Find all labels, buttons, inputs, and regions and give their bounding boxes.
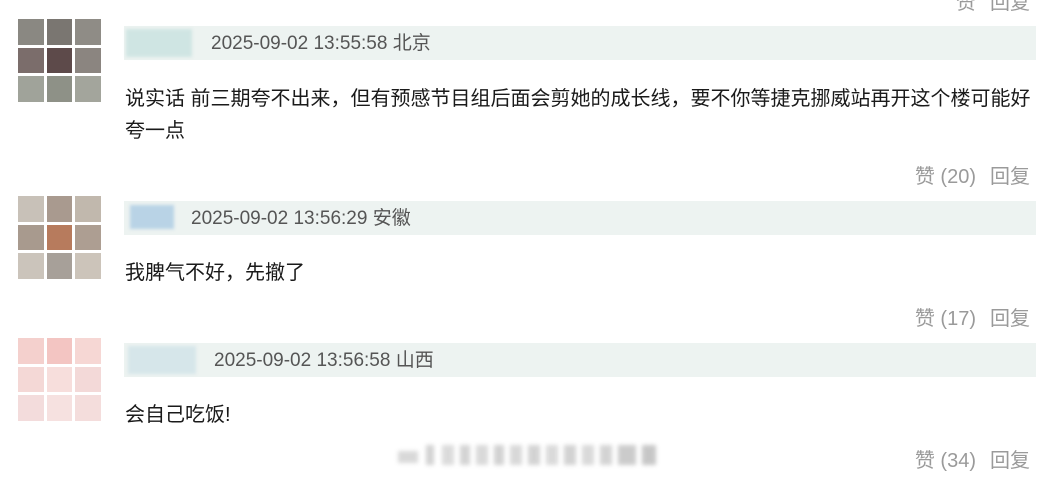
reply-button[interactable]: 回复: [990, 450, 1030, 472]
avatar-tile: [18, 253, 44, 279]
comment-meta-bar: 2025-09-02 13:55:58 北京: [124, 26, 1036, 60]
location: 北京: [392, 33, 431, 54]
avatar-tile: [18, 196, 44, 222]
avatar-tile: [75, 76, 101, 102]
comment-text: 我脾气不好，先撤了: [125, 262, 305, 284]
location: 山西: [395, 350, 434, 371]
like-button[interactable]: 赞 (17): [915, 308, 976, 330]
avatar-tile: [75, 224, 101, 251]
comment-text: 说实话 前三期夸不出来，但有预感节目组后面会剪她的成长线，要不你等捷克挪威站再开…: [125, 88, 1031, 142]
comment-meta: 2025-09-02 13:55:58 北京: [211, 30, 431, 58]
comment-actions: 赞 (17) 回复: [915, 302, 1030, 331]
avatar-tile: [46, 76, 73, 102]
avatar-tile: [75, 19, 101, 45]
like-button[interactable]: 赞 (20): [915, 166, 976, 188]
avatar-tile: [46, 366, 73, 393]
avatar-tile: [46, 253, 73, 279]
avatar[interactable]: [18, 196, 101, 279]
like-button[interactable]: 赞: [956, 0, 976, 14]
avatar-tile: [75, 253, 101, 279]
comment-meta-bar: 2025-09-02 13:56:29 安徽: [124, 201, 1036, 235]
avatar-tile: [18, 338, 44, 364]
avatar-tile: [18, 47, 44, 74]
avatar-tile: [75, 196, 101, 222]
avatar-tile: [75, 338, 101, 364]
timestamp: 2025-09-02 13:55:58: [211, 33, 388, 54]
like-button[interactable]: 赞 (34): [915, 450, 976, 472]
comment-text: 会自己吃饭!: [125, 404, 231, 426]
watermark-icon: [398, 445, 656, 465]
avatar-tile: [75, 47, 101, 74]
avatar-tile: [75, 366, 101, 393]
timestamp: 2025-09-02 13:56:29: [191, 208, 368, 229]
previous-comment-actions: 赞回复: [956, 0, 1030, 15]
avatar-tile: [18, 224, 44, 251]
avatar-tile: [75, 395, 101, 421]
avatar-tile: [46, 338, 73, 364]
comment-actions: 赞 (34) 回复: [915, 444, 1030, 473]
location: 安徽: [372, 208, 411, 229]
comment-meta: 2025-09-02 13:56:29 安徽: [191, 205, 411, 233]
reply-button[interactable]: 回复: [990, 0, 1030, 14]
avatar-tile: [18, 395, 44, 421]
comment-actions: 赞 (20) 回复: [915, 160, 1030, 189]
avatar-tile: [46, 47, 73, 74]
avatar-tile: [18, 76, 44, 102]
avatar-tile: [46, 224, 73, 251]
comment-meta: 2025-09-02 13:56:58 山西: [214, 347, 434, 375]
avatar[interactable]: [18, 338, 101, 421]
watermark-blurred: [398, 441, 660, 467]
avatar[interactable]: [18, 19, 101, 102]
avatar-tile: [46, 395, 73, 421]
reply-button[interactable]: 回复: [990, 166, 1030, 188]
reply-button[interactable]: 回复: [990, 308, 1030, 330]
avatar-tile: [18, 366, 44, 393]
username-blurred[interactable]: [130, 205, 174, 229]
avatar-tile: [46, 196, 73, 222]
username-blurred[interactable]: [126, 29, 192, 57]
timestamp: 2025-09-02 13:56:58: [214, 350, 391, 371]
avatar-tile: [46, 19, 73, 45]
avatar-tile: [18, 19, 44, 45]
username-blurred[interactable]: [128, 346, 196, 374]
comment-meta-bar: 2025-09-02 13:56:58 山西: [124, 343, 1036, 377]
